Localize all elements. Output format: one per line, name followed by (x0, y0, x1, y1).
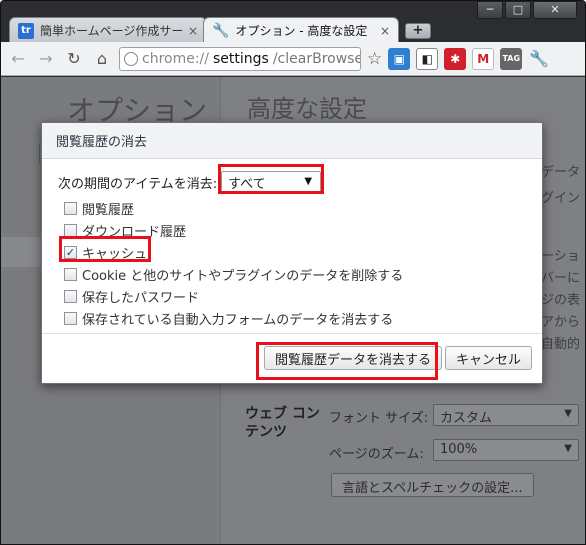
site-favicon-icon: tr (18, 22, 34, 39)
url-host: settings (213, 50, 269, 67)
option-autofill[interactable]: 保存されている自動入力フォームのデータを消去する (64, 307, 403, 329)
chevron-down-icon: ▼ (564, 443, 572, 454)
tab-options-advanced[interactable]: 🔧 オプション - 高度な設定 × (203, 17, 399, 43)
autofill-checkbox[interactable] (64, 311, 77, 325)
bookmark-star-icon[interactable]: ☆ (367, 49, 382, 69)
browser-toolbar: ← → ↻ ⌂ chrome://settings/clearBrowser ☆… (1, 42, 585, 76)
back-arrow-icon[interactable]: ← (7, 48, 29, 70)
tab-strip: tr 簡単ホームページ作成サービ × 🔧 オプション - 高度な設定 × + (9, 17, 431, 43)
period-label: 次の期間のアイテムを消去: (58, 176, 218, 192)
dialog-title: 閲覧履歴の消去 (42, 123, 542, 159)
peek-text: バーに (541, 271, 581, 286)
language-spellcheck-button[interactable]: 言語とスペルチェックの設定... (331, 473, 534, 497)
evernote-extension-icon[interactable]: ✱ (444, 47, 467, 70)
peek-text: ーショ (541, 249, 580, 264)
chevron-down-icon: ▼ (564, 408, 572, 419)
peek-text: データ (541, 165, 581, 180)
url-path: /clearBrowser (272, 50, 361, 67)
forward-arrow-icon[interactable]: → (35, 48, 57, 70)
font-size-select[interactable]: カスタム ▼ (433, 404, 579, 426)
reload-icon[interactable]: ↻ (63, 48, 85, 70)
minimize-button[interactable]: ─ (477, 1, 503, 19)
option-label: 保存したパスワード (82, 290, 200, 306)
home-icon[interactable]: ⌂ (91, 48, 113, 70)
address-bar[interactable]: chrome://settings/clearBrowser (119, 46, 361, 71)
peek-text: グイン (541, 191, 581, 206)
option-label: 閲覧履歴 (82, 202, 135, 218)
page-title: 高度な設定 (247, 95, 367, 123)
web-content-heading: ウェブ コン テンツ (245, 406, 320, 440)
zoom-label: ページのズーム: (329, 447, 424, 462)
tab-close-icon[interactable]: × (188, 24, 198, 38)
option-cookies[interactable]: Cookie と他のサイトやプラグインのデータを削除する (64, 263, 403, 285)
font-size-label: フォント サイズ: (329, 411, 429, 426)
window-controls: ─ □ ✕ (477, 1, 577, 19)
option-browsing-history[interactable]: 閲覧履歴 (64, 197, 403, 219)
option-passwords[interactable]: 保存したパスワード (64, 285, 403, 307)
font-size-value: カスタム (440, 411, 493, 426)
option-label: 保存されている自動入力フォームのデータを消去する (82, 312, 394, 328)
gmail-icon[interactable]: M (472, 47, 495, 70)
tab-homepage-service[interactable]: tr 簡単ホームページ作成サービ × (9, 17, 207, 43)
option-label: Cookie と他のサイトやプラグインのデータを削除する (82, 268, 404, 284)
clear-options-list: 閲覧履歴 ダウンロード履歴 ✓ キャッシュ Cookie と他のサイトやプラグイ… (64, 197, 403, 329)
cookies-checkbox[interactable] (64, 267, 77, 281)
url-scheme: chrome:// (142, 50, 209, 67)
tab-label: オプション - 高度な設定 (235, 24, 368, 38)
highlight-cache-option (59, 236, 151, 262)
tab-close-icon[interactable]: × (380, 24, 390, 38)
new-tab-button[interactable]: + (405, 23, 431, 39)
tag-icon[interactable]: TAG (500, 47, 523, 70)
peek-text: アから (541, 315, 581, 330)
peek-text: ジの表 (541, 293, 581, 308)
highlight-clear-button (256, 342, 438, 380)
download-history-checkbox[interactable] (64, 223, 77, 237)
peek-text: 自動的 (541, 337, 581, 352)
passwords-checkbox[interactable] (64, 289, 77, 303)
page-info-icon[interactable] (124, 51, 138, 66)
image-extension-icon[interactable]: ▣ (388, 47, 411, 70)
cancel-button[interactable]: キャンセル (445, 346, 533, 370)
highlight-period-select (218, 164, 324, 194)
delicious-icon[interactable]: ◧ (416, 47, 439, 70)
wrench-menu-icon[interactable]: 🔧 (528, 48, 550, 70)
wrench-icon: 🔧 (212, 22, 230, 39)
maximize-button[interactable]: □ (505, 1, 531, 19)
zoom-value: 100% (440, 442, 478, 457)
tab-label: 簡単ホームページ作成サービ (40, 24, 182, 38)
browsing-history-checkbox[interactable] (64, 201, 77, 215)
page-zoom-select[interactable]: 100% ▼ (433, 439, 579, 461)
close-window-button[interactable]: ✕ (533, 1, 577, 19)
